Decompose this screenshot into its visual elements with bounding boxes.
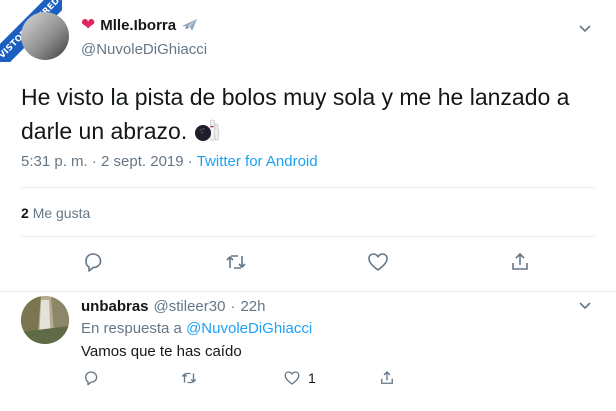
in-reply-mention-link[interactable]: @NuvoleDiGhiacci [186, 320, 312, 337]
tweet-date[interactable]: 2 sept. 2019 [101, 153, 184, 170]
tweet-actions [0, 250, 616, 276]
reply-text: Vamos que te has caído [81, 343, 242, 360]
tweet-time[interactable]: 5:31 p. m. [21, 153, 88, 170]
reply-time[interactable]: 22h [240, 298, 265, 315]
reply-author-handle[interactable]: @stileer30 [154, 298, 226, 315]
author-block: ❤ Mlle.Iborra @NuvoleDiGhiacci [81, 15, 207, 58]
in-reply-prefix: En respuesta a [81, 320, 182, 337]
heart-emoji-icon: ❤ [81, 15, 96, 34]
reply-tweet[interactable]: unbabras @stileer30 · 22h En respuesta a… [0, 293, 616, 411]
tweet-text: He visto la pista de bolos muy sola y me… [21, 80, 591, 148]
meta-separator: · [91, 153, 97, 170]
tweet-source-link[interactable]: Twitter for Android [197, 153, 318, 170]
like-icon[interactable] [283, 369, 301, 387]
likes-summary[interactable]: 2 Me gusta [21, 205, 90, 221]
reply-like-count: 1 [308, 370, 316, 386]
like-icon[interactable] [366, 250, 390, 274]
likes-count: 2 [21, 205, 29, 221]
share-icon[interactable] [508, 250, 532, 274]
divider [21, 236, 595, 237]
reply-icon[interactable] [82, 369, 100, 387]
tweet-body: He visto la pista de bolos muy sola y me… [21, 84, 570, 144]
retweet-icon[interactable] [224, 250, 248, 274]
waterfall-photo [21, 296, 69, 344]
reply-author-name[interactable]: unbabras [81, 298, 149, 315]
bowling-emoji-icon [194, 119, 219, 141]
retweet-icon[interactable] [180, 369, 198, 387]
meta-separator: · [187, 153, 193, 170]
author-handle[interactable]: @NuvoleDiGhiacci [81, 41, 207, 58]
likes-label: Me gusta [32, 205, 91, 221]
author-name-row[interactable]: ❤ Mlle.Iborra [81, 15, 207, 35]
reply-avatar[interactable] [21, 296, 69, 344]
reply-icon[interactable] [81, 250, 105, 274]
main-tweet: ❤ Mlle.Iborra @NuvoleDiGhiacci He visto … [0, 0, 616, 292]
divider [21, 187, 595, 188]
reply-dot: · [230, 298, 236, 315]
chevron-down-icon[interactable] [578, 301, 592, 311]
author-avatar[interactable] [21, 12, 69, 60]
airplane-emoji-icon [182, 19, 198, 31]
reply-header: unbabras @stileer30 · 22h [81, 298, 265, 315]
share-icon[interactable] [378, 369, 396, 387]
author-name[interactable]: Mlle.Iborra [100, 17, 176, 34]
chevron-down-icon[interactable] [578, 24, 592, 34]
reply-actions: 1 [0, 369, 616, 389]
in-reply-to: En respuesta a @NuvoleDiGhiacci [81, 320, 312, 337]
tweet-meta: 5:31 p. m. · 2 sept. 2019 · Twitter for … [21, 153, 318, 170]
